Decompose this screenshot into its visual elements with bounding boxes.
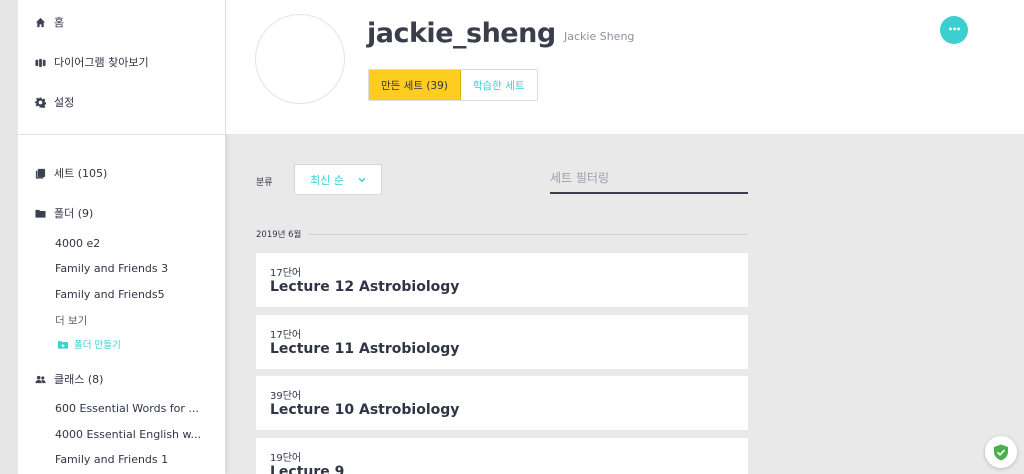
security-shield-button[interactable] <box>985 436 1017 468</box>
sidebar-item-diagrams[interactable]: 다이어그램 찾아보기 <box>34 54 149 70</box>
sidebar-item-home[interactable]: 홈 <box>34 14 64 30</box>
sets-icon <box>34 167 46 179</box>
date-divider <box>309 233 748 235</box>
shield-check-icon <box>994 444 1008 460</box>
profile-tabs: 만든 세트 (39) 학습한 세트 <box>368 69 538 101</box>
create-folder-label: 폴더 만들기 <box>74 340 121 351</box>
date-group-header: 2019년 6월 <box>256 228 748 240</box>
tab-created-sets[interactable]: 만든 세트 (39) <box>369 70 461 100</box>
folder-icon <box>34 207 46 219</box>
set-title: Lecture 12 Astrobiology <box>270 279 460 295</box>
sidebar-item-label: 설정 <box>54 96 75 109</box>
sidebar-item-label: 홈 <box>54 16 65 29</box>
sort-dropdown[interactable]: 최신 순 <box>294 164 382 195</box>
gear-icon <box>34 96 46 108</box>
sidebar-item-folders[interactable]: 폴더 (9) <box>34 205 93 221</box>
tab-studied-sets[interactable]: 학습한 세트 <box>460 70 537 100</box>
home-icon <box>34 16 46 28</box>
set-card[interactable]: 17단어 Lecture 12 Astrobiology <box>256 253 748 307</box>
sidebar-item-settings[interactable]: 설정 <box>34 94 74 110</box>
set-title: Lecture 10 Astrobiology <box>270 402 460 418</box>
term-count: 17단어 <box>270 268 302 279</box>
sidebar-item-label: 세트 (105) <box>54 167 108 180</box>
folder-link[interactable]: Family and Friends5 <box>55 288 165 301</box>
full-name: Jackie Sheng <box>564 30 635 43</box>
term-count: 19단어 <box>270 453 302 464</box>
more-folders-link[interactable]: 더 보기 <box>55 313 87 328</box>
sidebar-item-label: 클래스 (8) <box>54 373 104 386</box>
avatar[interactable] <box>255 14 345 104</box>
ellipsis-icon: ••• <box>947 25 961 34</box>
set-title: Lecture 9 <box>270 464 345 474</box>
set-card[interactable]: 39단어 Lecture 10 Astrobiology <box>256 376 748 430</box>
folder-link[interactable]: 4000 e2 <box>55 237 100 250</box>
username: jackie_sheng <box>367 18 556 49</box>
create-folder-button[interactable]: 폴더 만들기 <box>58 337 121 351</box>
sidebar-item-label: 다이어그램 찾아보기 <box>54 56 149 69</box>
set-card[interactable]: 17단어 Lecture 11 Astrobiology <box>256 315 748 369</box>
term-count: 17단어 <box>270 330 302 341</box>
term-count: 39단어 <box>270 391 302 402</box>
sort-value: 최신 순 <box>310 173 344 187</box>
folder-link[interactable]: Family and Friends 3 <box>55 262 168 275</box>
folder-plus-icon <box>58 340 68 349</box>
sidebar-item-sets[interactable]: 세트 (105) <box>34 165 107 181</box>
more-options-button[interactable]: ••• <box>940 16 968 44</box>
sidebar-item-label: 폴더 (9) <box>54 207 94 220</box>
date-label: 2019년 6월 <box>256 230 302 240</box>
set-title: Lecture 11 Astrobiology <box>270 341 460 357</box>
sidebar: 홈 다이어그램 찾아보기 설정 세트 (105) 폴더 (9) 4000 e2 … <box>0 0 226 474</box>
class-link[interactable]: 600 Essential Words for ... <box>55 402 199 415</box>
set-card[interactable]: 19단어 Lecture 9 <box>256 438 748 474</box>
people-icon <box>34 373 46 385</box>
sidebar-item-classes[interactable]: 클래스 (8) <box>34 371 103 387</box>
class-link[interactable]: Family and Friends 1 <box>55 453 168 466</box>
profile-header: jackie_sheng Jackie Sheng 만든 세트 (39) 학습한… <box>226 0 1024 134</box>
diagram-icon <box>34 56 46 68</box>
filter-sets-input[interactable] <box>550 163 748 194</box>
sort-label: 분류 <box>256 178 273 188</box>
sidebar-divider <box>18 134 225 135</box>
chevron-down-icon <box>358 177 366 182</box>
class-link[interactable]: 4000 Essential English w... <box>55 428 201 441</box>
